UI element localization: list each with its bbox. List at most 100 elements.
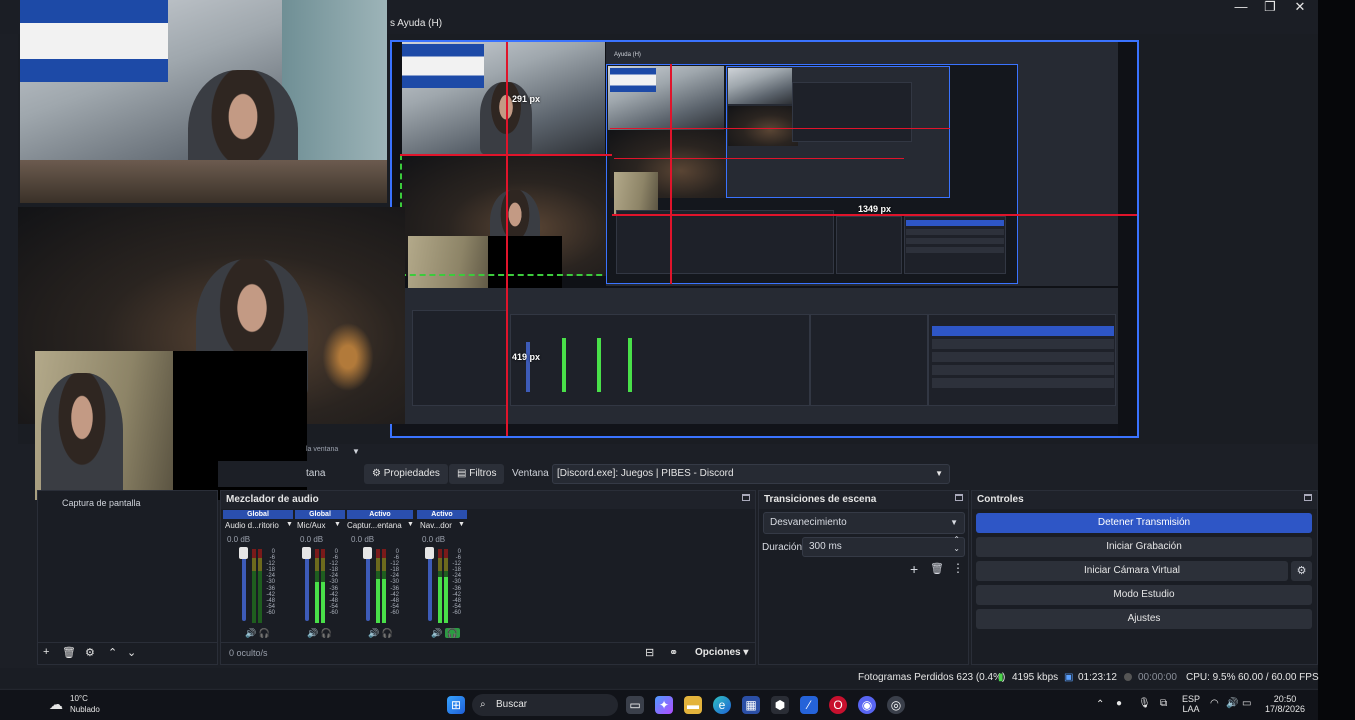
mixer-db: 0.0 dB [351, 535, 375, 544]
volume-slider[interactable] [239, 547, 248, 621]
close-button[interactable]: ✕ [1285, 0, 1315, 16]
volume-slider[interactable] [302, 547, 311, 621]
weather-desc[interactable]: Nublado [70, 705, 100, 714]
tray-app-icon[interactable]: ⧉ [1160, 698, 1167, 709]
mixer-channel-name: Nav...dor [420, 521, 452, 530]
properties-button[interactable]: ⚙ Propiedades [364, 464, 448, 484]
copilot-icon[interactable]: ✦ [655, 696, 673, 714]
slider-handle[interactable] [239, 547, 248, 559]
add-icon[interactable]: + [43, 646, 49, 658]
volume-icon[interactable]: 🔊 [1226, 698, 1238, 709]
transition-select[interactable]: Desvanecimiento ▼ [763, 512, 965, 534]
stop-stream-button[interactable]: Detener Transmisión [976, 513, 1312, 533]
volume-slider[interactable] [363, 547, 372, 621]
file-explorer-icon[interactable]: ▬ [684, 696, 702, 714]
mixer-channel-name: Captur...entana [347, 521, 402, 530]
chevron-down-icon[interactable]: ▼ [334, 521, 341, 528]
language-indicator[interactable]: ESP LAA [1182, 694, 1200, 714]
store-icon[interactable]: ▦ [742, 696, 760, 714]
duration-label: Duración [762, 542, 803, 553]
app-icon[interactable]: ⬢ [771, 696, 789, 714]
start-recording-button[interactable]: Iniciar Grabación [976, 537, 1312, 557]
speaker-icon[interactable]: 🔊 [368, 628, 379, 638]
headphones-icon[interactable]: 🎧 [444, 628, 460, 638]
nested-btn [932, 339, 1114, 349]
chevron-down-icon[interactable]: ▼ [286, 521, 293, 528]
start-virtual-cam-button[interactable]: Iniciar Cámara Virtual [976, 561, 1288, 581]
chevron-down-icon: ▼ [935, 469, 943, 478]
speaker-icon[interactable]: 🔊 [431, 628, 442, 638]
guide-line [610, 128, 950, 129]
volume-meter [376, 549, 380, 623]
studio-mode-button[interactable]: Modo Estudio [976, 585, 1312, 605]
task-view-icon[interactable]: ▭ [626, 696, 644, 714]
options-button[interactable]: Opciones ▾ [695, 647, 748, 658]
speaker-icon[interactable]: 🔊 [307, 628, 318, 638]
settings-button[interactable]: Ajustes [976, 609, 1312, 629]
wifi-icon[interactable]: ◠ [1210, 698, 1219, 709]
slider-handle[interactable] [302, 547, 311, 559]
menu-help[interactable]: s Ayuda (H) [390, 18, 442, 29]
link-icon[interactable]: ⚭ [669, 646, 678, 659]
tray-app-icon[interactable]: ● [1116, 698, 1122, 709]
controls-title: Controles [972, 491, 1317, 509]
clock[interactable]: 20:50 17/8/2026 [1262, 694, 1308, 714]
obs-icon[interactable]: ◎ [887, 696, 905, 714]
weather-temp[interactable]: 10°C [70, 694, 88, 703]
duration-input[interactable]: 300 ms ⌃ ⌄ [802, 535, 965, 557]
taskbar-search[interactable]: ⌕ Buscar [472, 694, 618, 716]
lang-bottom: LAA [1182, 704, 1200, 714]
layout-icon[interactable]: ⊟ [645, 646, 654, 659]
add-transition-icon[interactable]: + [910, 561, 918, 577]
headphones-icon[interactable]: 🎧 [321, 628, 332, 638]
opera-icon[interactable]: O [829, 696, 847, 714]
nested-stop-button [906, 220, 1004, 226]
undock-icon[interactable] [742, 494, 750, 501]
chevron-down-icon[interactable]: ⌄ [127, 646, 136, 659]
taskbar: ☁ 10°C Nublado ⊞ ⌕ Buscar ▭ ✦ ▬ e ▦ ⬢ ⁄ O… [0, 689, 1318, 720]
microphone-icon[interactable]: 🎙 [1138, 698, 1151, 709]
nested-btn [932, 352, 1114, 362]
dropped-frames: Fotogramas Perdidos 623 (0.4%) [858, 672, 1006, 683]
filters-button[interactable]: ▤ Filtros [449, 464, 505, 484]
maximize-button[interactable]: ❐ [1255, 0, 1285, 16]
chevron-up-icon[interactable]: ⌃ [108, 646, 117, 659]
lamp-glow [318, 317, 378, 397]
gear-icon[interactable]: ⚙ [85, 646, 95, 659]
edge-icon[interactable]: e [713, 696, 731, 714]
slider-handle[interactable] [425, 547, 434, 559]
stepper-icon[interactable]: ⌃ ⌄ [953, 535, 960, 553]
meter-scale: 0 -6 -12 -18 -24 -30 -36 -42 -48 -54 -60 [385, 549, 399, 616]
undock-icon[interactable] [1304, 494, 1312, 501]
meter-level [376, 578, 380, 623]
trash-icon[interactable]: 🗑 [62, 646, 76, 659]
trash-icon[interactable]: 🗑 [930, 562, 944, 575]
nested-btn [906, 247, 1004, 253]
cloud-icon: ☁ [49, 696, 63, 712]
windows-start-icon[interactable]: ⊞ [447, 696, 465, 714]
hidden-count: 0 oculto/s [229, 648, 268, 658]
window-select[interactable]: [Discord.exe]: Juegos | PIBES - Discord ▼ [552, 464, 950, 484]
virtual-cam-gear-icon[interactable]: ⚙ [1291, 561, 1312, 581]
transitions-title: Transiciones de escena [759, 491, 968, 509]
battery-icon[interactable]: ▭ [1242, 698, 1251, 709]
chevron-down-icon[interactable]: ▼ [407, 521, 414, 528]
chevron-down-icon[interactable]: ▼ [458, 521, 465, 528]
headphones-icon[interactable]: 🎧 [382, 628, 393, 638]
headphones-icon[interactable]: 🎧 [259, 628, 270, 638]
vscode-icon[interactable]: ⁄ [800, 696, 818, 714]
discord-icon[interactable]: ◉ [858, 696, 876, 714]
preview-canvas[interactable]: Ayuda (H) 291 px 1349 px 419 px [390, 40, 1139, 438]
chevron-up-icon[interactable]: ⌃ [1096, 699, 1104, 710]
meter-scale: 0 -6 -12 -18 -24 -30 -36 -42 -48 -54 -60 [324, 549, 338, 616]
speaker-icon[interactable]: 🔊 [245, 628, 256, 638]
volume-slider[interactable] [425, 547, 434, 621]
undock-icon[interactable] [955, 494, 963, 501]
chevron-down-icon[interactable]: ▼ [352, 447, 360, 456]
guide-line [506, 42, 508, 436]
source-item[interactable]: Captura de pantalla [42, 495, 212, 511]
slider-handle[interactable] [363, 547, 372, 559]
minimize-button[interactable]: — [1226, 0, 1256, 16]
more-icon[interactable]: ⋮ [952, 561, 964, 575]
meter-scale-label: -60 [266, 609, 275, 616]
